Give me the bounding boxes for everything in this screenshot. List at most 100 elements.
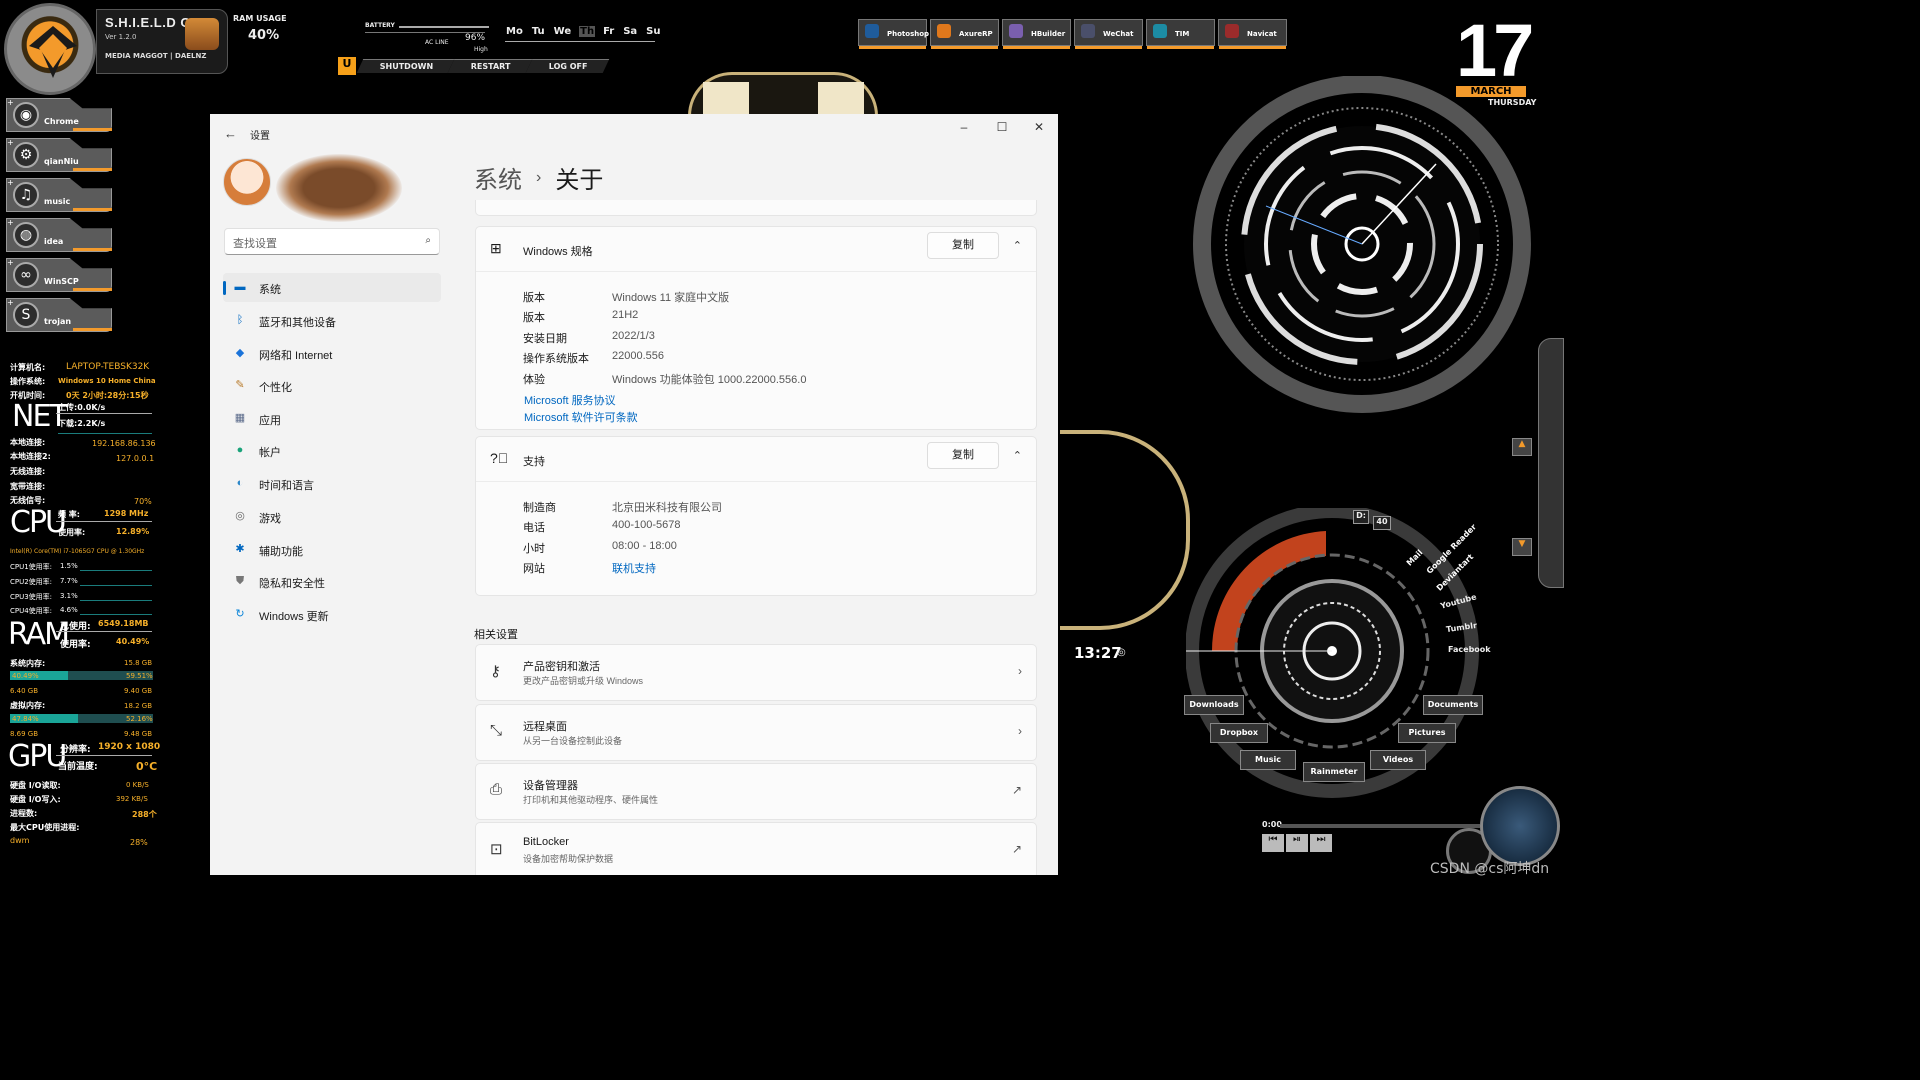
dropbox-button[interactable]: Dropbox (1210, 723, 1268, 743)
virtmem-free: 9.48 GB (124, 730, 153, 738)
launcher-trojan[interactable]: + Strojan (6, 298, 112, 332)
related-item[interactable]: ⚷ 产品密钥和激活 更改产品密钥或升级 Windows › (475, 644, 1037, 701)
power-icon[interactable]: U (338, 57, 356, 75)
weekday-today: Th (579, 26, 596, 37)
downloads-button[interactable]: Downloads (1184, 695, 1244, 715)
nav-item-apps[interactable]: ▦ 应用 (223, 404, 441, 433)
external-link-icon: ↗ (1011, 842, 1022, 856)
play-pause-icon[interactable]: ⏯ (1286, 834, 1308, 852)
speedometer-icon (1480, 786, 1560, 866)
arrow-down-icon[interactable]: ▼ (1512, 538, 1532, 556)
online-support-link[interactable]: 联机支持 (612, 560, 656, 576)
license-terms-link[interactable]: Microsoft 软件许可条款 (524, 409, 638, 425)
related-item[interactable]: ⎙ 设备管理器 打印机和其他驱动程序、硬件属性 ↗ (475, 763, 1037, 820)
user-avatar[interactable] (223, 158, 271, 206)
eagle-icon (29, 26, 77, 78)
virtmem-label: 虚拟内存: (10, 701, 46, 710)
idea-icon: ◍ (13, 222, 39, 248)
launcher-music[interactable]: + ♫ music (6, 178, 112, 212)
search-icon[interactable]: ⌕ (425, 235, 431, 246)
cpu4-value: 4.6% (60, 606, 78, 614)
related-item[interactable]: ⤡ 远程桌面 从另一台设备控制此设备 › (475, 704, 1037, 761)
facebook-link[interactable]: Facebook (1448, 645, 1491, 654)
copy-support-button[interactable]: 复制 (927, 442, 999, 469)
power-bar: U SHUTDOWN RESTART LOG OFF (338, 57, 610, 75)
sysmem-used: 6.40 GB (10, 687, 39, 695)
nav-item-personalization[interactable]: ✎ 个性化 (223, 371, 441, 400)
arrow-up-icon[interactable]: ▲ (1512, 438, 1532, 456)
minimize-icon[interactable]: – (954, 120, 974, 134)
cpu1-sparkline (80, 561, 152, 571)
pictures-button[interactable]: Pictures (1398, 723, 1456, 743)
broadband-label: 宽带连接: (10, 482, 46, 491)
nav-item-bluetooth[interactable]: ᛒ 蓝牙和其他设备 (223, 306, 441, 335)
sysmem-free-pct: 59.51% (126, 672, 153, 680)
nav-item-accounts[interactable]: ● 帐户 (223, 436, 441, 465)
side-scroll-panel (1538, 338, 1564, 588)
videos-button[interactable]: Videos (1370, 750, 1426, 770)
wallpaper-gear (1060, 430, 1190, 630)
weekday: Tu (531, 26, 545, 37)
apple-icon[interactable] (185, 18, 219, 50)
search-input[interactable]: 查找设置 ⌕ (224, 228, 440, 255)
copy-spec-button[interactable]: 复制 (927, 232, 999, 259)
music-button[interactable]: Music (1240, 750, 1296, 770)
cpu4-sparkline (80, 605, 152, 615)
shutdown-button[interactable]: SHUTDOWN (356, 59, 455, 73)
nav-item-accessibility[interactable]: ✱ 辅助功能 (223, 535, 441, 564)
chevron-up-icon[interactable]: ⌃ (1013, 239, 1022, 252)
related-item[interactable]: ⊡ BitLocker 设备加密帮助保护数据 ↗ (475, 822, 1037, 875)
weekday-strip: Mo Tu We Th Fr Sa Su (505, 26, 662, 37)
next-icon[interactable]: ⏭ (1310, 834, 1332, 852)
chevron-right-icon: › (1018, 724, 1022, 738)
gpu-temp: 0°C (136, 760, 158, 773)
chevron-right-icon: › (1018, 664, 1022, 678)
launcher-qianniu[interactable]: + ⚙ qianNiu (6, 138, 112, 172)
ram-usage-label2: 使用率: (60, 640, 91, 650)
dock-hbuilder[interactable]: HBuilder (1002, 19, 1071, 49)
maxcpu-label: 最大CPU使用进程: (10, 823, 80, 832)
player-progress[interactable] (1280, 824, 1480, 828)
dock-navicat[interactable]: Navicat (1218, 19, 1287, 49)
sysmem-free: 9.40 GB (124, 687, 153, 695)
nav-item-windows-update[interactable]: ↻ Windows 更新 (223, 600, 441, 629)
cpu2-label: CPU2使用率: (10, 578, 53, 586)
related-title: BitLocker (523, 836, 569, 848)
nav-item-gaming[interactable]: ◎ 游戏 (223, 502, 441, 531)
launcher-chrome[interactable]: + ◉ Chrome (6, 98, 112, 132)
dock-axurerp[interactable]: AxureRP (930, 19, 999, 49)
player-time: 0:00 (1262, 820, 1282, 829)
maximize-icon[interactable]: ☐ (992, 120, 1012, 134)
breadcrumb-parent[interactable]: 系统 (474, 160, 522, 195)
documents-button[interactable]: Documents (1423, 695, 1483, 715)
support-header[interactable]: ?⃝ 支持 复制 ⌃ (476, 437, 1036, 482)
chevron-up-icon[interactable]: ⌃ (1013, 449, 1022, 462)
close-icon[interactable]: ✕ (1029, 120, 1049, 134)
logoff-button[interactable]: LOG OFF (525, 59, 610, 73)
support-card: ?⃝ 支持 复制 ⌃ 制造商 北京田米科技有限公司 电话 400-100-5678 … (475, 436, 1037, 596)
windows-spec-header[interactable]: ⊞ Windows 规格 复制 ⌃ (476, 227, 1036, 272)
launcher-winscp[interactable]: + ∞ WinSCP (6, 258, 112, 292)
rainmeter-button[interactable]: Rainmeter (1303, 762, 1365, 782)
computer-name: LAPTOP-TEBSK32K (66, 362, 150, 372)
ram-usage2: 40.49% (116, 637, 150, 646)
previous-icon[interactable]: ⏮ (1262, 834, 1284, 852)
weekday: We (553, 26, 572, 37)
lan2-ip: 127.0.0.1 (116, 454, 155, 463)
service-agreement-link[interactable]: Microsoft 服务协议 (524, 392, 616, 408)
support-key: 网站 (523, 563, 545, 575)
launcher-idea[interactable]: + ◍ idea (6, 218, 112, 252)
dock-wechat[interactable]: WeChat (1074, 19, 1143, 49)
nav-item-privacy[interactable]: ⛊ 隐私和安全性 (223, 567, 441, 596)
nav-item-time-language[interactable]: ◐ 时间和语言 (223, 469, 441, 498)
dock-tim[interactable]: TIM (1146, 19, 1215, 49)
nav-item-system[interactable]: ▬ 系统 (223, 273, 441, 302)
lock-icon: ⊡ (490, 841, 503, 858)
back-icon[interactable]: ← (224, 126, 237, 141)
dock-photoshop[interactable]: Photoshop (858, 19, 929, 49)
restart-button[interactable]: RESTART (448, 59, 533, 73)
nav-item-network[interactable]: ◆ 网络和 Internet (223, 339, 441, 368)
support-key: 制造商 (523, 502, 556, 514)
cpu2-value: 7.7% (60, 577, 78, 585)
cpu3-label: CPU3使用率: (10, 593, 53, 601)
